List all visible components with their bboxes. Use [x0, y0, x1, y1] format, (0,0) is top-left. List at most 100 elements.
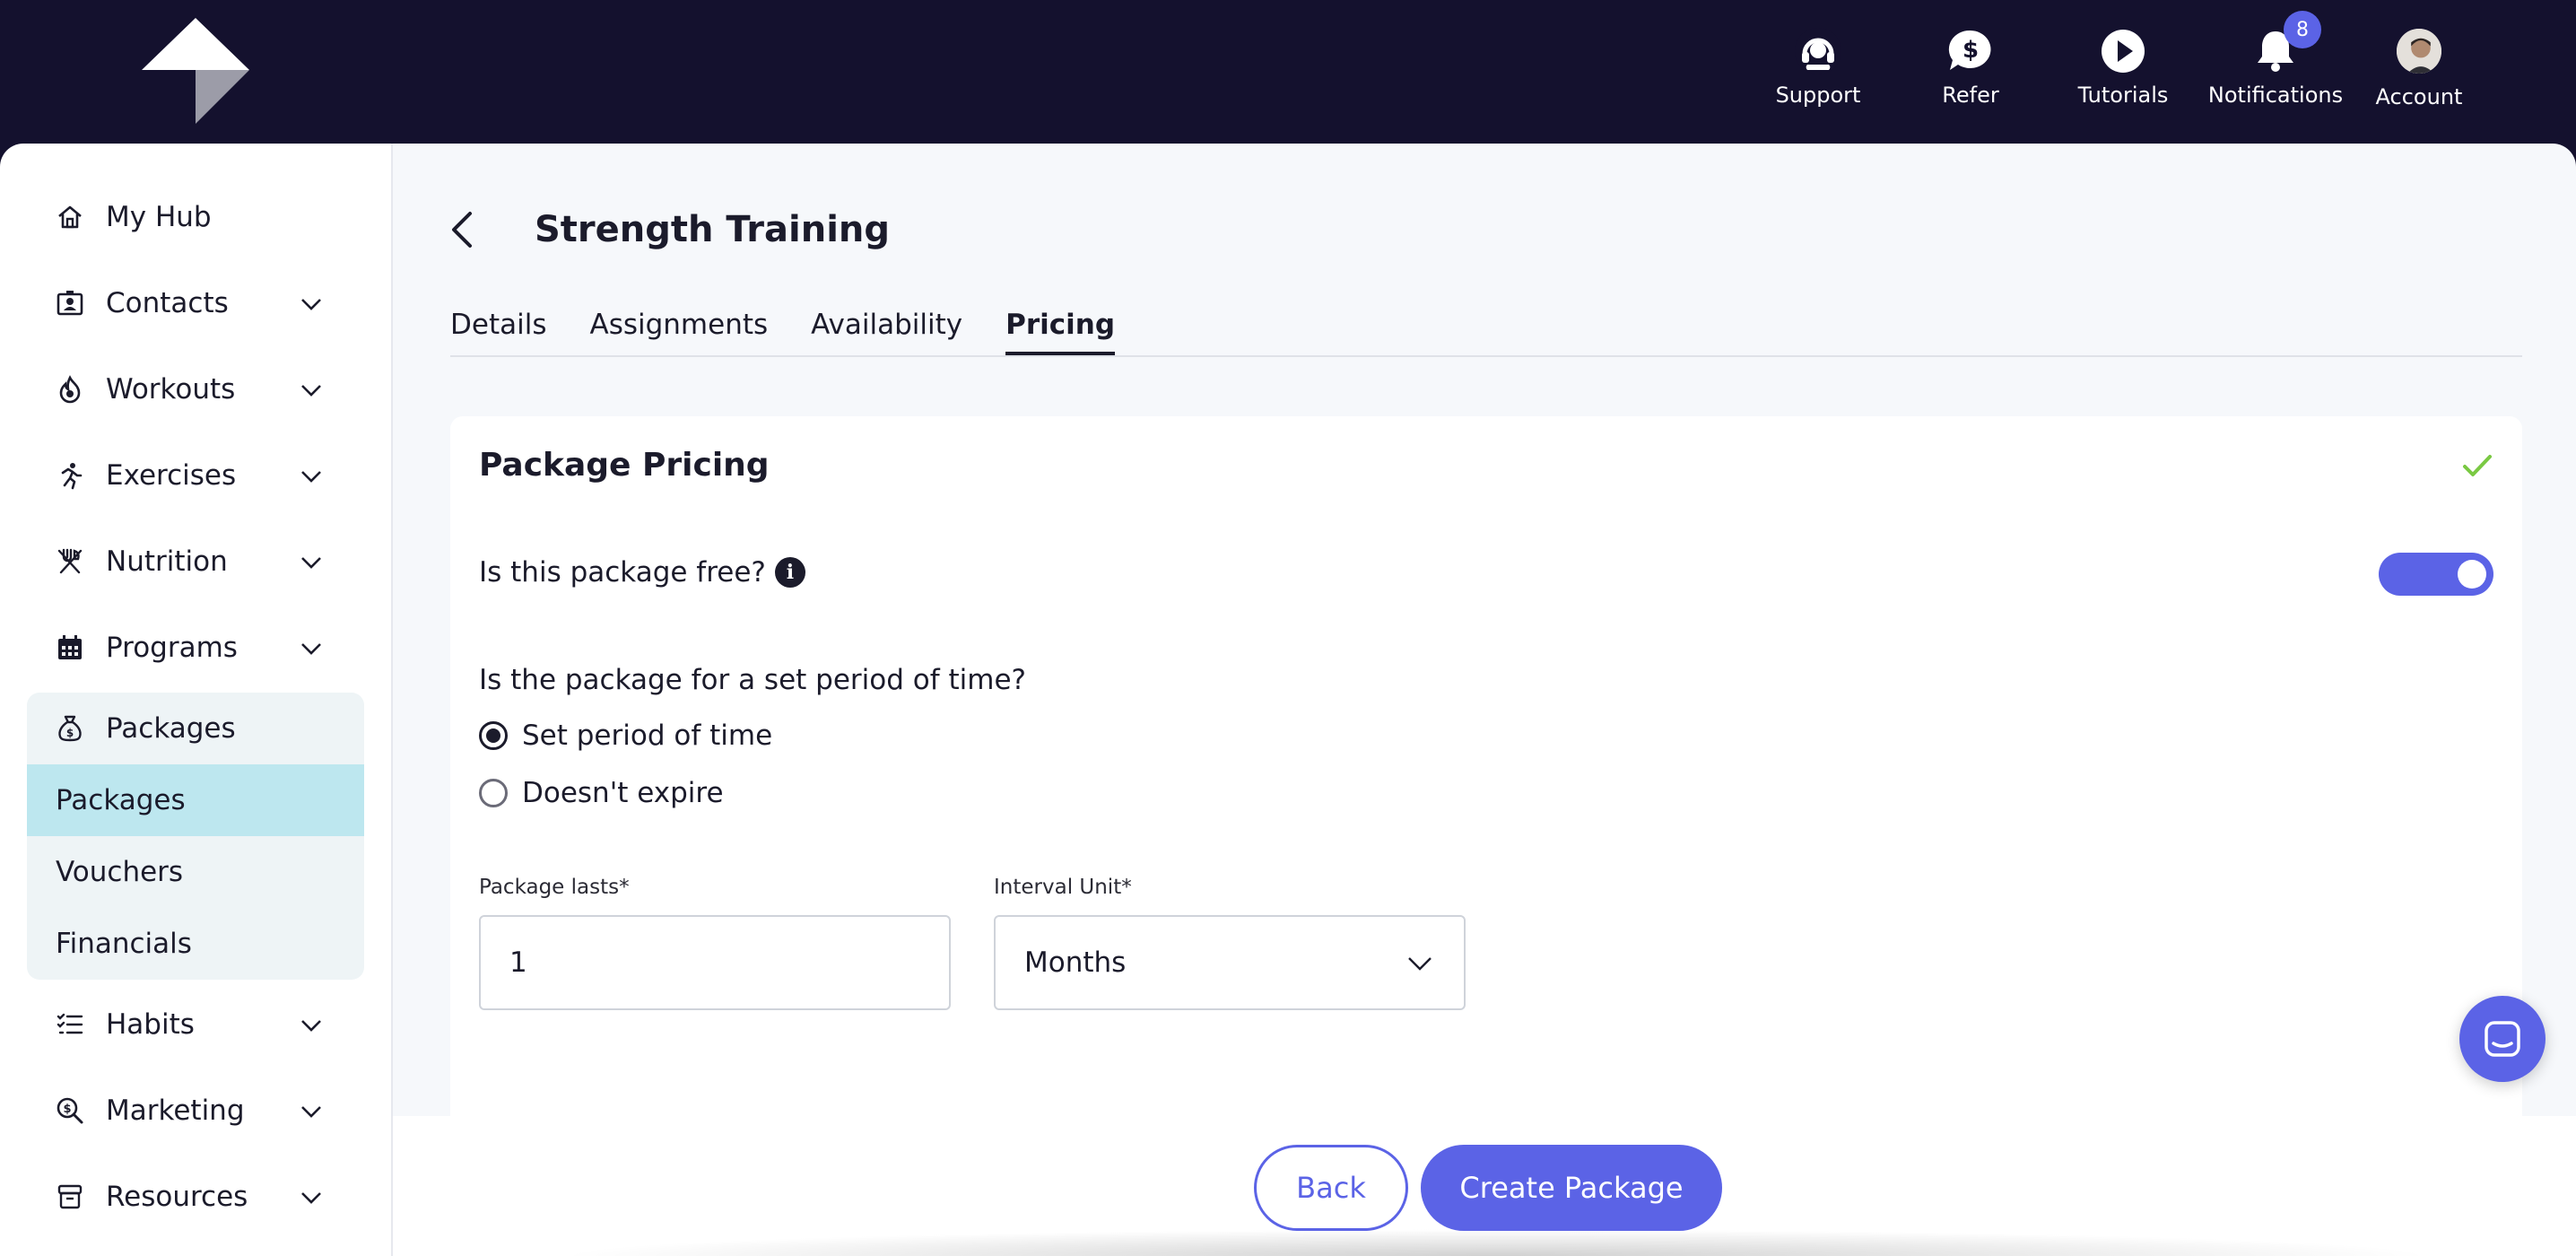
sidebar-item-exercises[interactable]: Exercises: [27, 432, 364, 519]
headset-icon: [1795, 28, 1841, 74]
sidebar-item-label: Exercises: [106, 459, 237, 492]
chevron-down-icon: [301, 1192, 321, 1204]
play-icon: [2102, 30, 2145, 73]
interval-unit-select[interactable]: Months: [994, 915, 1466, 1010]
sidebar-group-packages: $ Packages Packages Vouchers Financials: [27, 693, 364, 980]
sidebar-item-label: Habits: [106, 1008, 195, 1041]
avatar: [2397, 29, 2441, 74]
archive-icon: [54, 1181, 86, 1213]
sidebar-subitem-vouchers[interactable]: Vouchers: [27, 836, 364, 908]
account-label: Account: [2375, 84, 2463, 109]
package-lasts-value: 1: [509, 946, 527, 979]
free-question-label: Is this package free?: [479, 556, 766, 589]
chevron-down-icon: [301, 557, 321, 569]
info-icon[interactable]: i: [774, 557, 805, 588]
main-content: Strength Training Details Assignments Av…: [393, 144, 2576, 1256]
sidebar-item-my-hub[interactable]: My Hub: [27, 174, 364, 260]
sidebar-item-label: Nutrition: [106, 545, 228, 578]
home-icon: [54, 201, 86, 233]
checklist-icon: [54, 1008, 86, 1041]
section-heading: Package Pricing: [479, 447, 770, 484]
interval-unit-label: Interval Unit*: [994, 876, 1132, 899]
checkmark-icon: [2463, 455, 2492, 476]
sidebar-item-habits[interactable]: Habits: [27, 981, 364, 1068]
sidebar-item-label: Workouts: [106, 373, 236, 406]
sidebar-subitem-financials[interactable]: Financials: [27, 908, 364, 980]
interval-unit-value: Months: [1024, 946, 1127, 979]
chevron-down-icon: [301, 299, 321, 310]
sidebar: My Hub Contacts Workouts Exercises Nutri…: [0, 144, 393, 1256]
chevron-down-icon: [301, 643, 321, 655]
footer-actions: Back Create Package: [393, 1116, 2576, 1256]
chevron-down-icon: [301, 385, 321, 397]
running-icon: [54, 459, 86, 492]
chevron-down-icon: [301, 471, 321, 483]
sidebar-item-nutrition[interactable]: Nutrition: [27, 519, 364, 605]
radio-set-period[interactable]: Set period of time: [479, 720, 772, 752]
back-arrow-icon[interactable]: [447, 208, 477, 251]
calendar-icon: [54, 632, 86, 664]
sidebar-item-label: Packages: [106, 712, 236, 745]
money-bag-icon: $: [54, 712, 86, 745]
free-toggle[interactable]: [2379, 553, 2493, 596]
sidebar-item-programs[interactable]: Programs: [27, 605, 364, 691]
sidebar-item-packages[interactable]: $ Packages: [27, 693, 364, 764]
sidebar-item-workouts[interactable]: Workouts: [27, 346, 364, 432]
sidebar-item-label: My Hub: [106, 201, 212, 233]
support-label: Support: [1775, 83, 1861, 108]
footer-shadow: [554, 1229, 2438, 1256]
sidebar-item-label: Marketing: [106, 1095, 245, 1127]
radio-label: Set period of time: [522, 720, 773, 752]
logo-icon[interactable]: [142, 18, 249, 126]
tutorials-button[interactable]: Tutorials: [2047, 27, 2199, 109]
dollar-chat-icon: $: [1948, 30, 1991, 70]
utensils-icon: [54, 545, 86, 578]
sidebar-subitem-packages[interactable]: Packages: [27, 764, 364, 836]
tab-details[interactable]: Details: [450, 309, 546, 355]
notifications-badge: 8: [2284, 11, 2321, 48]
search-dollar-icon: $: [54, 1095, 86, 1127]
notifications-button[interactable]: 8 Notifications: [2199, 11, 2352, 109]
chevron-down-icon: [301, 1020, 321, 1032]
period-question: Is the package for a set period of time?: [479, 664, 1026, 696]
sidebar-item-contacts[interactable]: Contacts: [27, 260, 364, 346]
package-lasts-label: Package lasts*: [479, 876, 630, 899]
support-button[interactable]: Support: [1742, 27, 1894, 109]
sidebar-item-label: Contacts: [106, 287, 229, 319]
top-nav: Support $ Refer Tutorials 8 Notification…: [1742, 11, 2486, 109]
page-header: Strength Training: [447, 208, 890, 251]
back-button[interactable]: Back: [1254, 1145, 1408, 1231]
sidebar-item-label: Resources: [106, 1181, 248, 1213]
package-lasts-input[interactable]: 1: [479, 915, 951, 1010]
free-question: Is this package free? i: [479, 556, 805, 589]
top-bar: Support $ Refer Tutorials 8 Notification…: [0, 0, 2576, 144]
chevron-down-icon: [1408, 957, 1432, 971]
tab-assignments[interactable]: Assignments: [589, 309, 768, 355]
sidebar-item-marketing[interactable]: $ Marketing: [27, 1068, 364, 1154]
contacts-icon: [54, 287, 86, 319]
svg-text:$: $: [63, 1103, 71, 1116]
toggle-knob: [2458, 560, 2486, 589]
sidebar-nav: My Hub Contacts Workouts Exercises Nutri…: [27, 174, 364, 1240]
radio-selected-icon[interactable]: [479, 721, 508, 750]
svg-text:$: $: [66, 727, 74, 739]
tab-bar: Details Assignments Availability Pricing: [450, 309, 2522, 357]
svg-text:$: $: [1962, 37, 1979, 64]
account-button[interactable]: Account: [2352, 27, 2486, 109]
radio-doesnt-expire[interactable]: Doesn't expire: [479, 777, 724, 809]
tutorials-label: Tutorials: [2077, 83, 2169, 108]
radio-unselected-icon[interactable]: [479, 779, 508, 807]
radio-label: Doesn't expire: [522, 777, 724, 809]
refer-label: Refer: [1942, 83, 1999, 108]
page-title: Strength Training: [535, 209, 891, 250]
create-package-button[interactable]: Create Package: [1421, 1145, 1722, 1231]
flame-icon: [54, 373, 86, 406]
tab-pricing[interactable]: Pricing: [1005, 309, 1116, 355]
chevron-down-icon: [301, 1106, 321, 1118]
notifications-label: Notifications: [2207, 83, 2344, 108]
tab-availability[interactable]: Availability: [811, 309, 962, 355]
chat-icon: [2485, 1021, 2520, 1057]
refer-button[interactable]: $ Refer: [1894, 27, 2047, 109]
sidebar-item-resources[interactable]: Resources: [27, 1154, 364, 1240]
chat-launcher-button[interactable]: [2459, 996, 2546, 1082]
